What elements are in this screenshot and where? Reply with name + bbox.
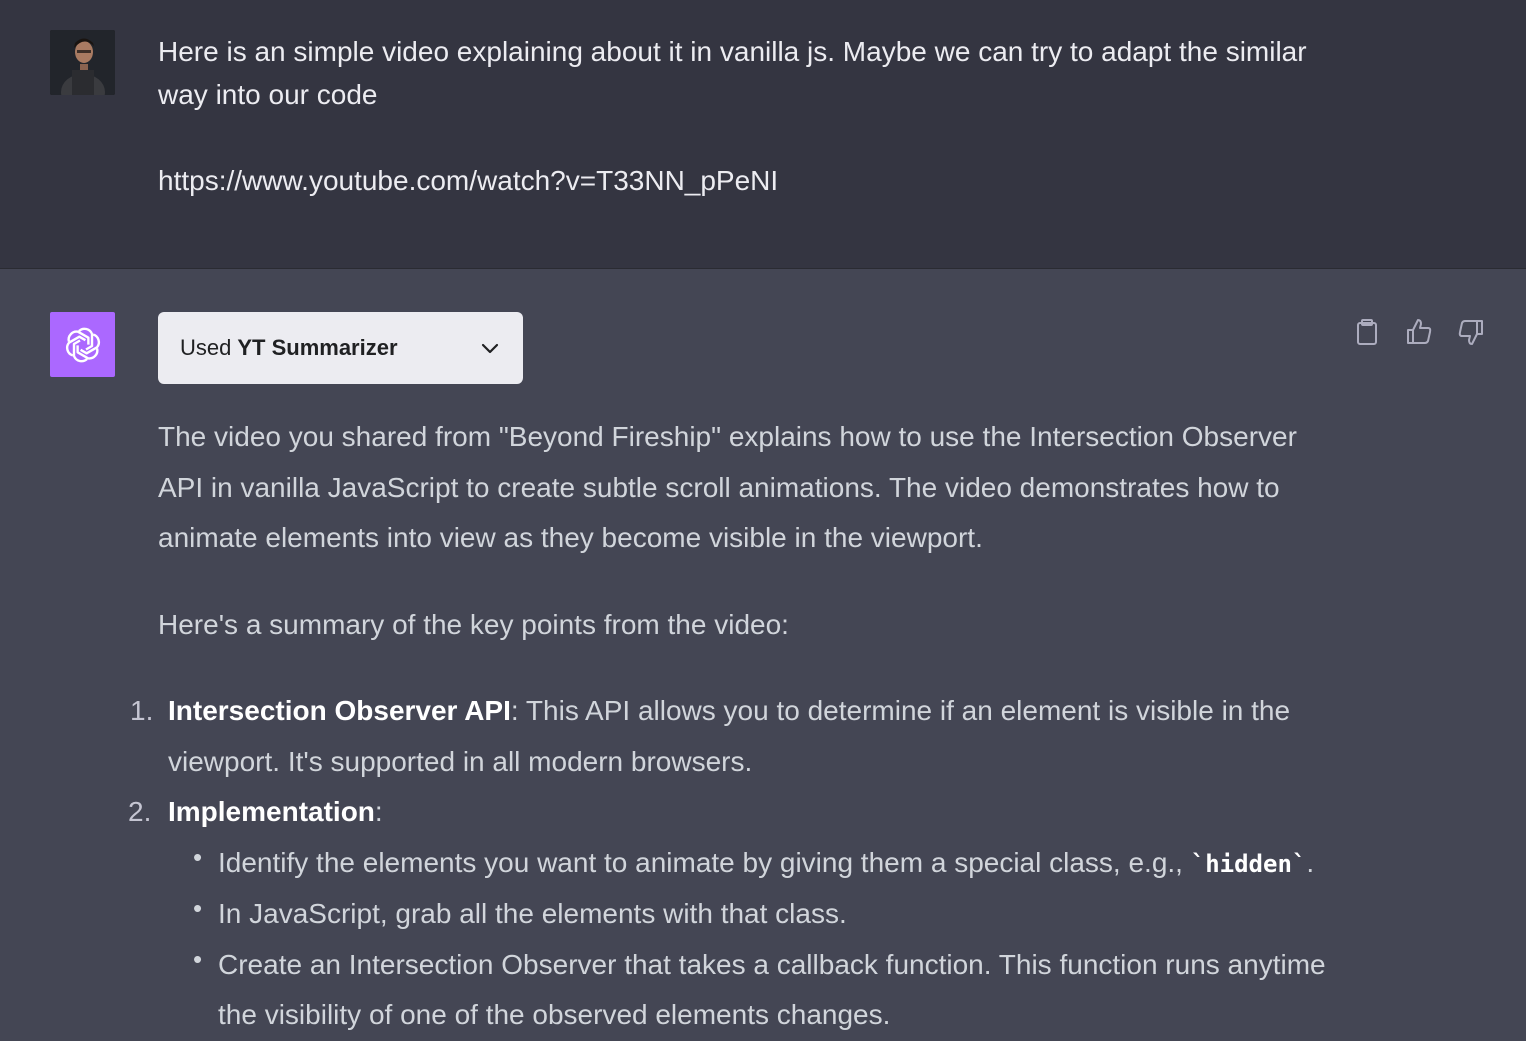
message-actions: [1352, 317, 1486, 347]
implementation-bullets: Identify the elements you want to animat…: [168, 832, 1338, 1041]
chatgpt-avatar: [50, 312, 115, 377]
point-title: Implementation: [168, 796, 375, 827]
openai-logo-icon: [65, 327, 100, 362]
user-message-row: Here is an simple video explaining about…: [0, 0, 1526, 269]
summary-heading: Here's a summary of the key points from …: [158, 608, 789, 640]
plugin-prefix: Used: [180, 335, 232, 360]
clipboard-icon[interactable]: [1352, 317, 1382, 347]
plugin-used-dropdown[interactable]: Used YT Summarizer: [158, 312, 523, 384]
list-number: 1.: [130, 695, 154, 726]
thumbs-down-icon[interactable]: [1456, 317, 1486, 347]
bullet-text: Identify the elements you want to animat…: [218, 846, 1191, 878]
point-title: Intersection Observer API: [168, 695, 511, 726]
bullet-text-end: .: [1306, 846, 1315, 878]
user-message-line: Here is an simple video explaining about…: [158, 36, 1307, 110]
youtube-link[interactable]: https://www.youtube.com/watch?v=T33NN_pP…: [158, 159, 1358, 202]
list-item: Identify the elements you want to animat…: [193, 832, 1338, 890]
list-item: 2. Implementation: Identify the elements…: [128, 787, 1338, 1041]
list-item: 1. Intersection Observer API: This API a…: [130, 686, 1338, 787]
bullet-text: In JavaScript, grab all the elements wit…: [218, 898, 847, 929]
bullet-text: Create an Intersection Observer that tak…: [218, 948, 1326, 1031]
list-number: 2.: [128, 796, 152, 827]
point-text: :: [374, 796, 383, 827]
inline-code: `hidden`: [1190, 849, 1307, 878]
chevron-down-icon: [479, 337, 501, 359]
plugin-name: YT Summarizer: [237, 335, 398, 360]
answer-intro: The video you shared from "Beyond Firesh…: [158, 421, 1297, 553]
list-item: In JavaScript, grab all the elements wit…: [193, 883, 1338, 940]
thumbs-up-icon[interactable]: [1404, 317, 1434, 347]
assistant-answer: The video you shared from "Beyond Firesh…: [128, 412, 1338, 1041]
assistant-message-row: Used YT Summarizer The video you shared …: [0, 269, 1526, 1030]
user-avatar: [50, 30, 115, 95]
user-message-text: Here is an simple video explaining about…: [158, 30, 1358, 202]
list-item: Create an Intersection Observer that tak…: [193, 934, 1338, 1041]
key-points-list: 1. Intersection Observer API: This API a…: [128, 686, 1338, 1041]
